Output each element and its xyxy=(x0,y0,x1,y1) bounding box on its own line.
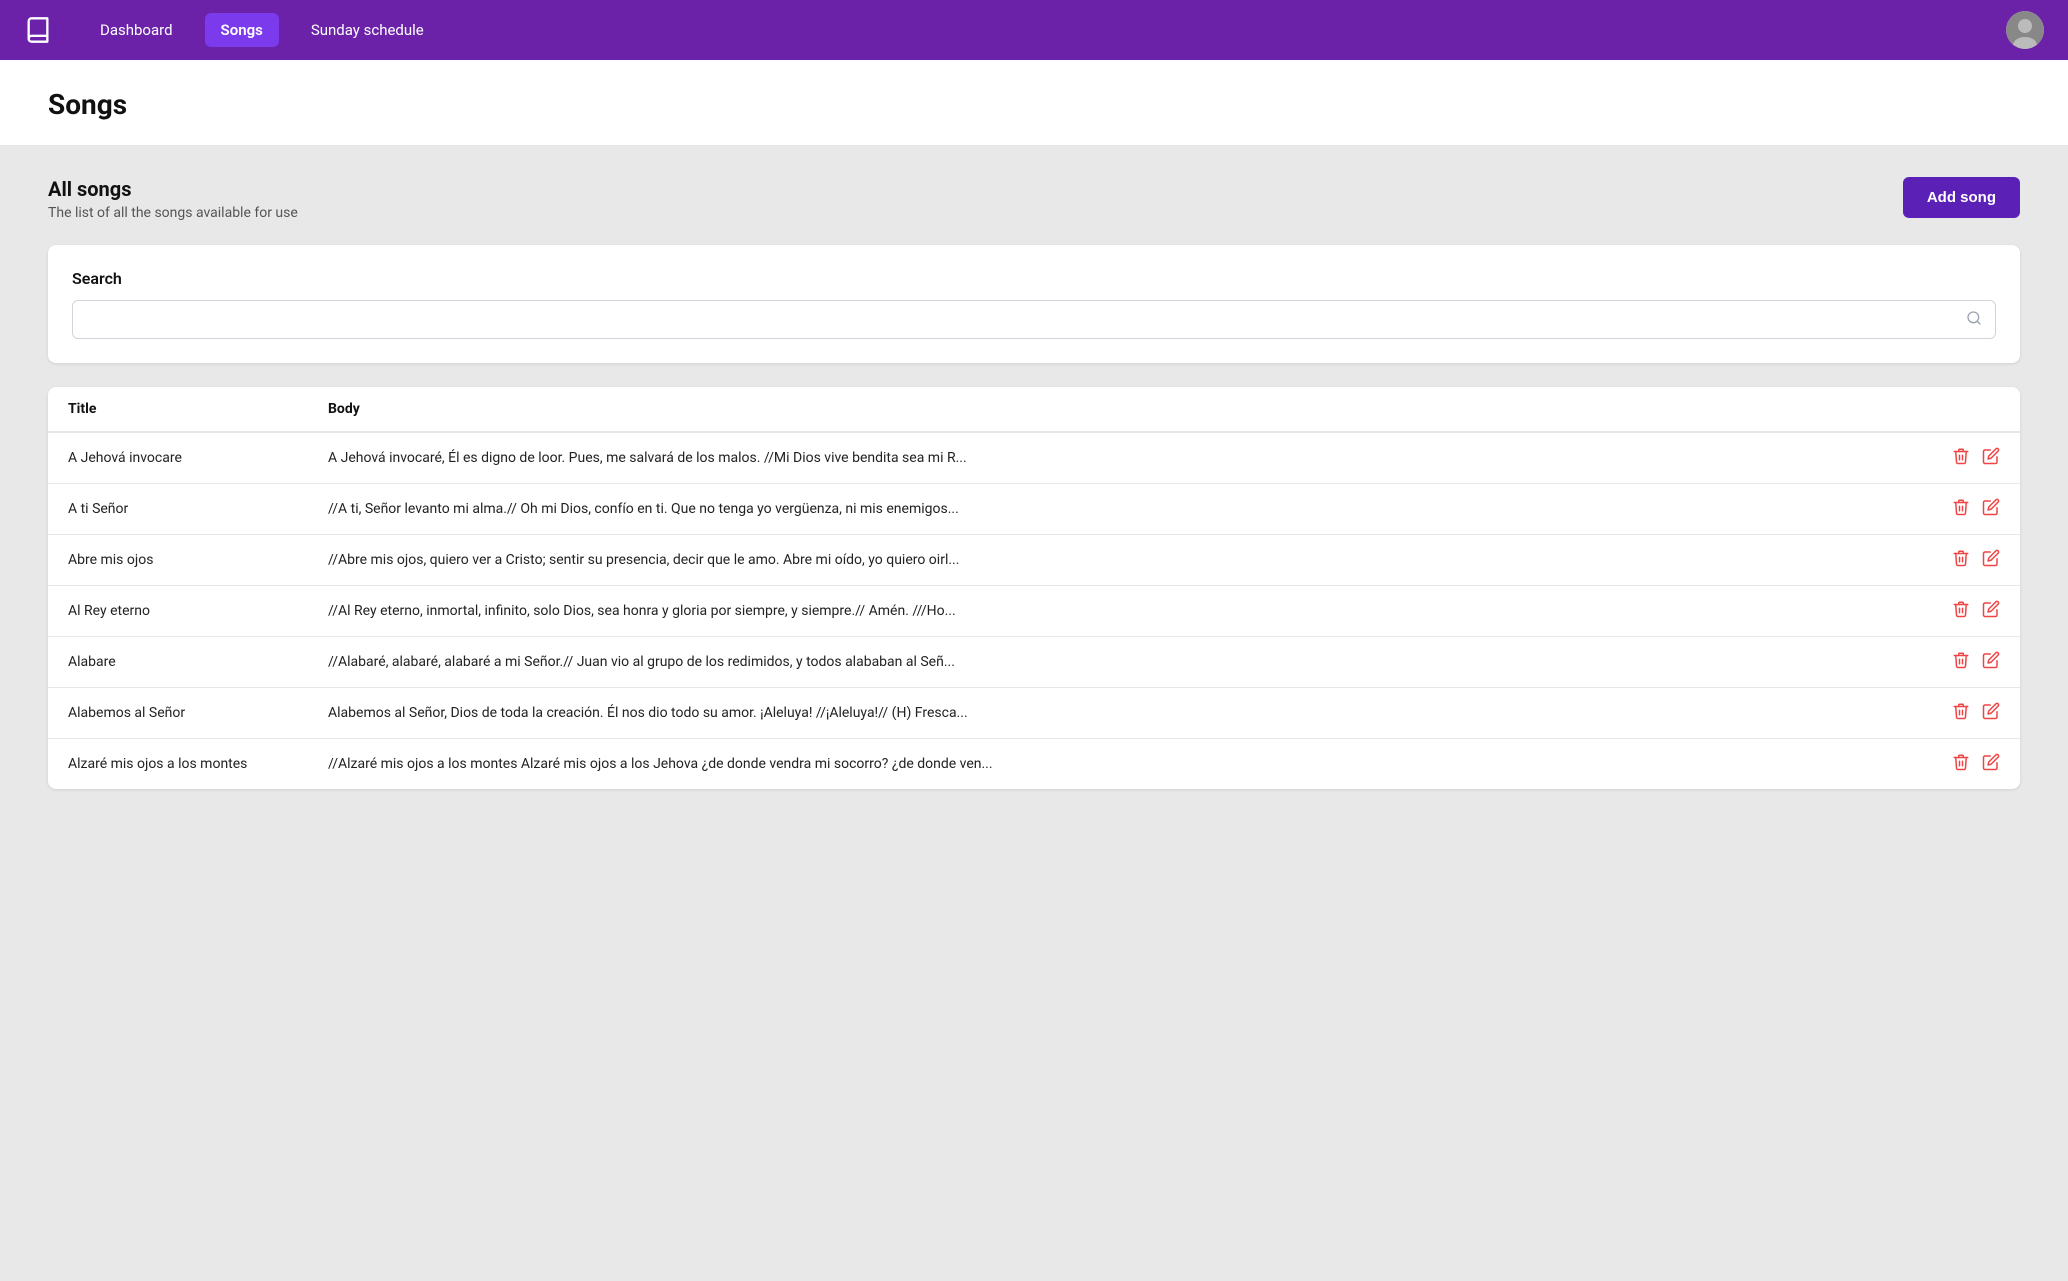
delete-song-button[interactable] xyxy=(1952,447,1970,469)
song-actions xyxy=(1932,586,2020,637)
song-title: Abre mis ojos xyxy=(48,535,308,586)
table-header-row: Title Body xyxy=(48,387,2020,432)
song-body: //Alabaré, alabaré, alabaré a mi Señor./… xyxy=(308,637,1932,688)
nav-link-dashboard[interactable]: Dashboard xyxy=(84,13,189,47)
main-content: All songs The list of all the songs avai… xyxy=(0,145,2068,1281)
nav-link-sunday-schedule[interactable]: Sunday schedule xyxy=(295,13,440,47)
search-input-wrapper xyxy=(72,300,1996,339)
song-body: //Al Rey eterno, inmortal, infinito, sol… xyxy=(308,586,1932,637)
table-row: Abre mis ojos//Abre mis ojos, quiero ver… xyxy=(48,535,2020,586)
song-actions xyxy=(1932,535,2020,586)
nav-link-songs[interactable]: Songs xyxy=(205,13,279,47)
song-body: //Alzaré mis ojos a los montes Alzaré mi… xyxy=(308,739,1932,790)
edit-song-button[interactable] xyxy=(1982,753,2000,775)
song-body: //A ti, Señor levanto mi alma.// Oh mi D… xyxy=(308,484,1932,535)
songs-table-card: Title Body A Jehová invocareA Jehová inv… xyxy=(48,387,2020,789)
table-row: Al Rey eterno//Al Rey eterno, inmortal, … xyxy=(48,586,2020,637)
table-row: A Jehová invocareA Jehová invocaré, Él e… xyxy=(48,432,2020,484)
delete-song-button[interactable] xyxy=(1952,702,1970,724)
song-title: A ti Señor xyxy=(48,484,308,535)
logo-icon[interactable] xyxy=(24,16,52,44)
song-title: Alzaré mis ojos a los montes xyxy=(48,739,308,790)
col-header-title: Title xyxy=(48,387,308,432)
table-row: Alabare//Alabaré, alabaré, alabaré a mi … xyxy=(48,637,2020,688)
edit-song-button[interactable] xyxy=(1982,702,2000,724)
search-label: Search xyxy=(72,269,1996,288)
edit-song-button[interactable] xyxy=(1982,447,2000,469)
song-actions xyxy=(1932,432,2020,484)
section-title-group: All songs The list of all the songs avai… xyxy=(48,177,298,221)
song-actions xyxy=(1932,484,2020,535)
songs-table: Title Body A Jehová invocareA Jehová inv… xyxy=(48,387,2020,789)
song-title: Alabemos al Señor xyxy=(48,688,308,739)
song-title: A Jehová invocare xyxy=(48,432,308,484)
delete-song-button[interactable] xyxy=(1952,651,1970,673)
edit-song-button[interactable] xyxy=(1982,549,2000,571)
delete-song-button[interactable] xyxy=(1952,549,1970,571)
section-title: All songs xyxy=(48,177,298,201)
song-title: Al Rey eterno xyxy=(48,586,308,637)
search-card: Search xyxy=(48,245,2020,363)
song-body: Alabemos al Señor, Dios de toda la creac… xyxy=(308,688,1932,739)
delete-song-button[interactable] xyxy=(1952,753,1970,775)
user-avatar[interactable] xyxy=(2006,11,2044,49)
section-header: All songs The list of all the songs avai… xyxy=(48,177,2020,221)
delete-song-button[interactable] xyxy=(1952,498,1970,520)
search-input[interactable] xyxy=(72,300,1996,339)
song-body: A Jehová invocaré, Él es digno de loor. … xyxy=(308,432,1932,484)
song-title: Alabare xyxy=(48,637,308,688)
section-subtitle: The list of all the songs available for … xyxy=(48,205,298,221)
add-song-button[interactable]: Add song xyxy=(1903,177,2020,218)
col-header-body: Body xyxy=(308,387,1932,432)
edit-song-button[interactable] xyxy=(1982,498,2000,520)
table-row: Alabemos al SeñorAlabemos al Señor, Dios… xyxy=(48,688,2020,739)
navbar: Dashboard Songs Sunday schedule xyxy=(0,0,2068,60)
song-actions xyxy=(1932,739,2020,790)
search-icon xyxy=(1966,310,1982,330)
edit-song-button[interactable] xyxy=(1982,600,2000,622)
table-row: Alzaré mis ojos a los montes//Alzaré mis… xyxy=(48,739,2020,790)
col-header-actions xyxy=(1932,387,2020,432)
page-header: Songs xyxy=(0,60,2068,145)
edit-song-button[interactable] xyxy=(1982,651,2000,673)
table-row: A ti Señor//A ti, Señor levanto mi alma.… xyxy=(48,484,2020,535)
song-actions xyxy=(1932,688,2020,739)
song-actions xyxy=(1932,637,2020,688)
page-title: Songs xyxy=(48,88,2020,121)
delete-song-button[interactable] xyxy=(1952,600,1970,622)
song-body: //Abre mis ojos, quiero ver a Cristo; se… xyxy=(308,535,1932,586)
